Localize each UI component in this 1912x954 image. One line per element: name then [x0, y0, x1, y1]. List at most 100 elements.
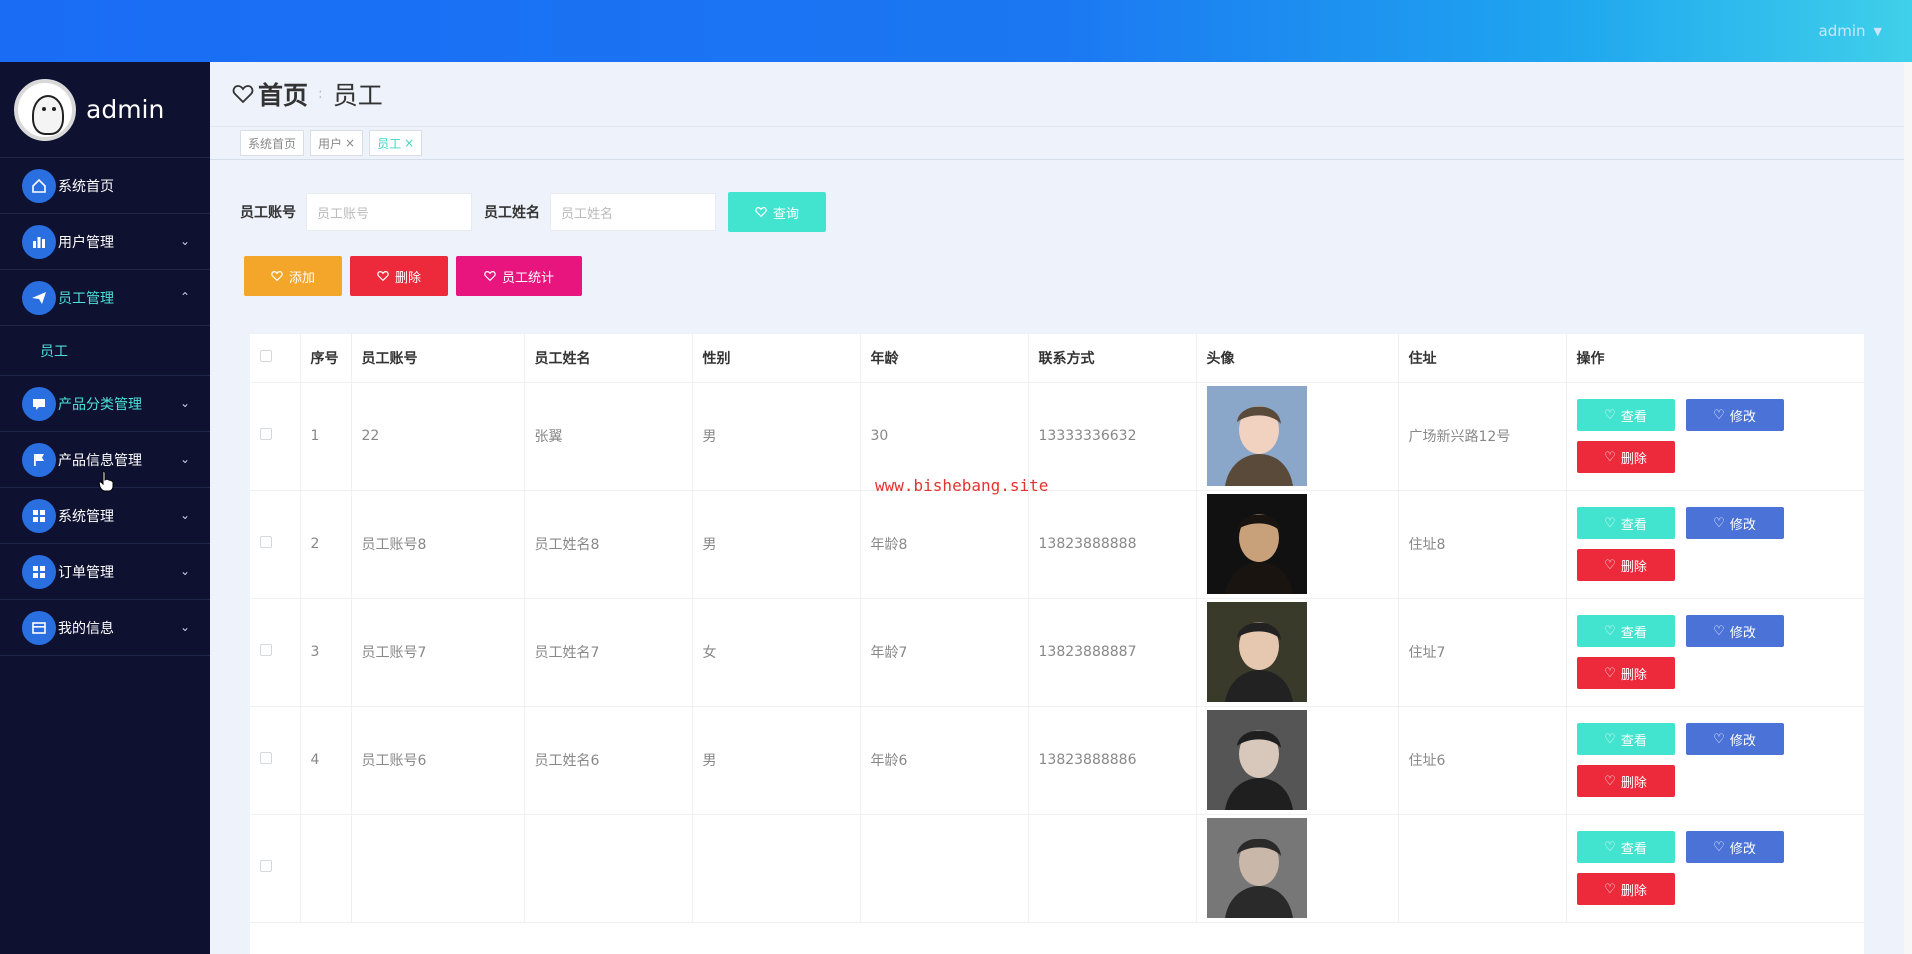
sidebar-item-users[interactable]: 用户管理 ⌄ — [0, 214, 210, 270]
user-menu[interactable]: admin ▼ — [1819, 22, 1882, 40]
search-bar: 员工账号 员工账号 员工姓名 员工姓名 查询 — [240, 192, 826, 232]
name-search-input[interactable]: 员工姓名 — [550, 193, 716, 231]
row-address — [1398, 814, 1567, 923]
delete-button[interactable]: ♡ 删除 — [1576, 441, 1675, 473]
delete-button[interactable]: ♡ 删除 — [1576, 657, 1675, 689]
account-search-input[interactable]: 员工账号 — [306, 193, 472, 231]
sidebar-item-home[interactable]: 系统首页 — [0, 158, 210, 214]
heart-icon: ♡ — [1604, 773, 1616, 789]
query-label: 查询 — [772, 206, 799, 222]
edit-label: 修改 — [1729, 625, 1756, 641]
grid-icon — [22, 554, 56, 589]
row-checkbox[interactable] — [250, 598, 301, 707]
row-gender: 男 — [692, 490, 861, 599]
breadcrumb-home-label: 首页 — [258, 81, 309, 110]
row-gender: 男 — [692, 706, 861, 815]
delete-label: 删除 — [394, 270, 421, 286]
view-button[interactable]: ♡ 查看 — [1576, 507, 1675, 539]
name-label: 员工姓名 — [484, 205, 540, 221]
row-phone: 13823888887 — [1028, 598, 1197, 707]
sidebar-item-orders[interactable]: 订单管理 ⌄ — [0, 544, 210, 600]
row-index: 2 — [300, 490, 352, 599]
tab-system-home[interactable]: 系统首页 — [240, 130, 305, 156]
sidebar-item-label: 产品信息管理 — [58, 452, 142, 469]
delete-button[interactable]: ♡ 删除 — [1576, 549, 1675, 581]
heart-icon: ♡ — [1604, 407, 1616, 423]
column-header: 操作 — [1566, 334, 1864, 383]
view-button[interactable]: ♡ 查看 — [1576, 615, 1675, 647]
sidebar-item-label: 产品分类管理 — [58, 396, 142, 413]
tab-label: 用户 — [318, 136, 343, 151]
view-button[interactable]: ♡ 查看 — [1576, 831, 1675, 863]
sidebar-item-system[interactable]: 系统管理 ⌄ — [0, 488, 210, 544]
row-checkbox[interactable] — [250, 814, 301, 923]
row-index: 4 — [300, 706, 352, 815]
heart-icon — [755, 207, 767, 218]
profile-name: admin — [86, 95, 165, 124]
edit-label: 修改 — [1729, 517, 1756, 533]
row-name: 员工姓名7 — [524, 598, 693, 707]
tab-staff[interactable]: 员工 × — [369, 130, 423, 156]
row-address: 住址6 — [1398, 706, 1567, 815]
edit-button[interactable]: ♡ 修改 — [1685, 507, 1784, 539]
staff-stats-button[interactable]: 员工统计 — [456, 256, 582, 296]
avatar-photo — [1206, 386, 1307, 486]
row-checkbox[interactable] — [250, 382, 301, 491]
watermark: www.bishebang.site — [875, 476, 1049, 495]
row-actions: ♡ 查看 ♡ 修改 ♡ 删除 — [1566, 706, 1864, 815]
batch-delete-button[interactable]: 删除 — [350, 256, 448, 296]
column-header: 头像 — [1196, 334, 1399, 383]
row-name: 员工姓名8 — [524, 490, 693, 599]
row-phone: 13333336632 — [1028, 382, 1197, 491]
chevron-down-icon: ⌄ — [179, 396, 190, 410]
row-actions: ♡ 查看 ♡ 修改 ♡ 删除 — [1566, 598, 1864, 707]
add-button[interactable]: 添加 — [244, 256, 342, 296]
select-all-checkbox[interactable] — [250, 334, 301, 383]
sidebar-item-label: 员工管理 — [58, 290, 114, 307]
view-label: 查看 — [1620, 625, 1647, 641]
delete-button[interactable]: ♡ 删除 — [1576, 873, 1675, 905]
action-bar: 添加 删除 员工统计 — [244, 256, 582, 296]
sidebar-item-product-category[interactable]: 产品分类管理 ⌄ — [0, 376, 210, 432]
row-phone: 13823888886 — [1028, 706, 1197, 815]
scrollbar[interactable] — [1904, 62, 1912, 954]
heart-icon: ♡ — [1713, 839, 1725, 855]
sidebar-item-my-info[interactable]: 我的信息 ⌄ — [0, 600, 210, 656]
edit-button[interactable]: ♡ 修改 — [1685, 831, 1784, 863]
sidebar-item-staff[interactable]: 员工管理 ⌃ — [0, 270, 210, 326]
column-header: 住址 — [1398, 334, 1567, 383]
main-content: 首页 : 员工 系统首页 用户 × 员工 × 员工账号 员工账号 员工姓名 员工姓名… — [210, 62, 1912, 954]
sidebar-subitem-staff[interactable]: 员工 — [0, 326, 210, 376]
edit-button[interactable]: ♡ 修改 — [1685, 723, 1784, 755]
sidebar-item-label: 用户管理 — [58, 234, 114, 251]
query-button[interactable]: 查询 — [728, 192, 826, 232]
heart-icon: ♡ — [1604, 557, 1616, 573]
page-title: 首页 : 员工 — [210, 62, 1912, 126]
edit-button[interactable]: ♡ 修改 — [1685, 615, 1784, 647]
view-button[interactable]: ♡ 查看 — [1576, 723, 1675, 755]
row-checkbox[interactable] — [250, 706, 301, 815]
breadcrumb-home[interactable]: 首页 — [232, 76, 308, 112]
row-photo-cell — [1196, 490, 1399, 599]
row-checkbox[interactable] — [250, 490, 301, 599]
row-account: 员工账号7 — [351, 598, 525, 707]
edit-label: 修改 — [1729, 841, 1756, 857]
delete-button[interactable]: ♡ 删除 — [1576, 765, 1675, 797]
tab-users[interactable]: 用户 × — [310, 130, 364, 156]
close-icon[interactable]: × — [345, 136, 355, 150]
avatar-photo — [1206, 494, 1307, 594]
avatar-photo — [1206, 602, 1307, 702]
tab-label: 系统首页 — [248, 136, 297, 151]
heart-icon: ♡ — [1604, 839, 1616, 855]
close-icon[interactable]: × — [404, 136, 414, 150]
row-photo-cell — [1196, 382, 1399, 491]
row-gender — [692, 814, 861, 923]
row-age: 年龄8 — [860, 490, 1029, 599]
heart-icon — [232, 85, 254, 104]
view-button[interactable]: ♡ 查看 — [1576, 399, 1675, 431]
edit-button[interactable]: ♡ 修改 — [1685, 399, 1784, 431]
row-age: 年龄7 — [860, 598, 1029, 707]
row-age: 年龄6 — [860, 706, 1029, 815]
row-actions: ♡ 查看 ♡ 修改 ♡ 删除 — [1566, 490, 1864, 599]
row-account: 员工账号6 — [351, 706, 525, 815]
